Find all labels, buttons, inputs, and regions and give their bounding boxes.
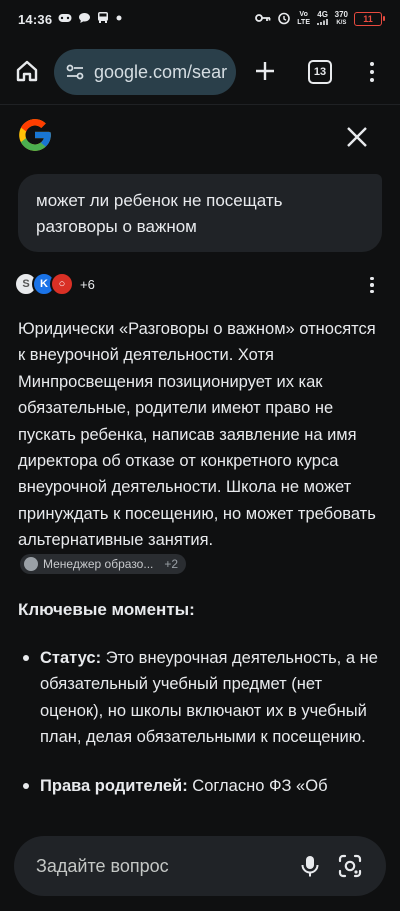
address-bar[interactable]: google.com/sear: [54, 49, 236, 95]
alarm-icon: [277, 11, 291, 28]
citation-label: Менеджер образо...: [43, 556, 154, 571]
sources-row[interactable]: S K ○ +6: [14, 270, 95, 298]
battery-indicator: 11: [354, 12, 385, 26]
bullet-label: Права родителей:: [40, 776, 188, 795]
bus-icon: [97, 11, 109, 27]
key-points-list: Статус: Это внеурочная деятельность, а н…: [18, 645, 384, 821]
close-icon[interactable]: [344, 124, 370, 150]
toolbar-divider: [0, 104, 400, 105]
ai-answer-paragraph: Юридически «Разговоры о важном» относятс…: [18, 316, 384, 581]
tab-switcher-button[interactable]: 13: [308, 60, 332, 84]
site-settings-icon[interactable]: [64, 61, 86, 83]
bullet-label: Статус:: [40, 649, 102, 667]
citation-favicon-icon: [24, 556, 38, 571]
chat-icon: [78, 12, 91, 27]
answer-text: Юридически «Разговоры о важном» относятс…: [18, 320, 376, 550]
home-icon[interactable]: [14, 58, 40, 84]
google-lens-icon[interactable]: [336, 852, 364, 880]
status-bar: 14:36 Vo LTE 4G 370 K/S 11: [0, 0, 400, 38]
sources-more-count: +6: [80, 276, 95, 292]
key-icon: [254, 13, 271, 26]
bullet-text: Согласно ФЗ «Об: [187, 776, 328, 795]
google-logo-icon: [16, 116, 54, 154]
user-query-bubble: может ли ребенок не посещать разговоры о…: [18, 174, 382, 252]
ask-placeholder: Задайте вопрос: [36, 855, 169, 876]
status-time: 14:36: [18, 11, 53, 27]
user-query-text: может ли ребенок не посещать разговоры о…: [36, 191, 283, 236]
network-generation: 4G: [316, 11, 329, 27]
citation-chip[interactable]: Менеджер образо... +2: [20, 553, 187, 574]
gamepad-icon: [58, 13, 72, 26]
microphone-icon[interactable]: [296, 852, 324, 880]
network-speed: 370 K/S: [334, 10, 348, 27]
citation-count: +2: [164, 556, 179, 571]
key-points-title: Ключевые моменты:: [18, 600, 195, 619]
url-text: google.com/sear: [94, 61, 228, 82]
answer-options-icon[interactable]: [362, 272, 382, 298]
browser-toolbar: google.com/sear 13: [0, 44, 400, 100]
list-item: Статус: Это внеурочная деятельность, а н…: [18, 645, 384, 751]
new-tab-icon[interactable]: [252, 58, 278, 84]
ask-input[interactable]: Задайте вопрос: [14, 836, 386, 896]
list-item: Права родителей: Согласно ФЗ «Об: [18, 773, 384, 799]
more-options-icon[interactable]: [362, 58, 382, 86]
source-favicon-3: ○: [50, 272, 74, 296]
network-type: Vo LTE: [297, 11, 310, 26]
notification-dot-icon: [115, 14, 123, 25]
